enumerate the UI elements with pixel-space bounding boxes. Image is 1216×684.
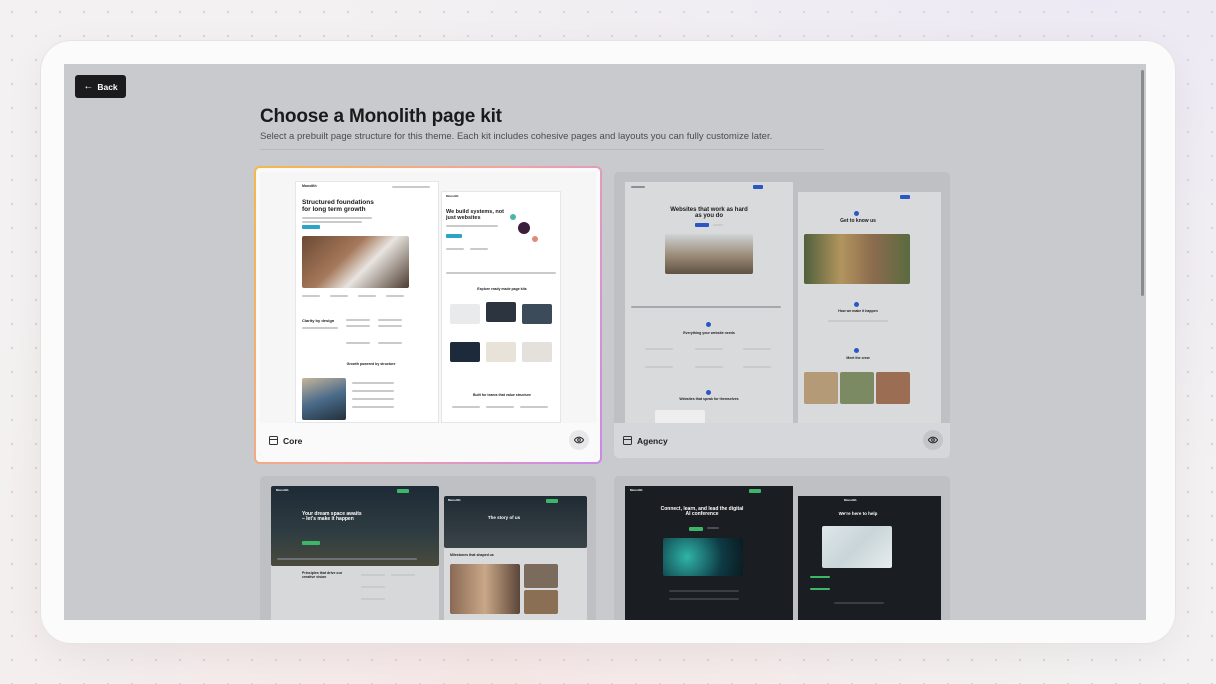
preview-team-image (804, 234, 910, 284)
kit-card-3[interactable]: Monolith Your dream space awaits – let's… (260, 476, 596, 620)
page-kit-chooser: ← Back Choose a Monolith page kit Select… (64, 64, 1146, 620)
kit-card-core[interactable]: Monolith Structured foundations for long… (260, 172, 596, 458)
preview-avatar (518, 222, 530, 234)
preview-section: Clarity by design (302, 318, 335, 323)
layout-icon (623, 436, 632, 445)
preview-page-home: Monolith Structured foundations for long… (296, 182, 438, 422)
preview-team-image (450, 564, 520, 614)
preview-section: Explore ready made page kits (477, 287, 527, 291)
kit-name: Agency (637, 435, 668, 446)
arrow-left-icon: ← (83, 80, 94, 92)
preview-mountain-image (665, 234, 753, 274)
preview-page-home: Monolith Your dream space awaits – let's… (271, 486, 439, 620)
preview-page-home: Websites that work as hard as you do Eve… (625, 182, 793, 423)
page-subtitle: Select a prebuilt page structure for thi… (260, 131, 773, 142)
kit-preview-core: Monolith Structured foundations for long… (260, 172, 596, 423)
preview-headline: Connect, learn, and lead the digital AI … (660, 506, 744, 518)
eye-icon (928, 436, 938, 444)
preview-desk-image (302, 236, 409, 288)
layout-icon (269, 436, 278, 445)
preview-headline: The story of us (487, 515, 521, 520)
preview-brand: Monolith (446, 194, 459, 198)
preview-section: Growth powered by structure (346, 362, 396, 366)
back-button[interactable]: ← Back (75, 75, 126, 98)
preview-headline: Get to know us (840, 218, 876, 224)
kit-card-agency[interactable]: Websites that work as hard as you do Eve… (614, 172, 950, 458)
preview-button[interactable] (923, 430, 943, 450)
preview-page-about: Get to know us How we make it happen Mee… (798, 192, 941, 423)
preview-headline: Your dream space awaits – let's make it … (302, 511, 362, 523)
eye-icon (574, 436, 584, 444)
preview-section: Meet the crew (846, 356, 870, 360)
preview-page-about: Monolith The story of us Milestones that… (444, 496, 587, 620)
preview-page-about: Monolith We build systems, not just webs… (442, 192, 560, 422)
preview-section: Websites that speak for themselves (679, 397, 739, 401)
kit-card-footer: Agency (614, 423, 950, 458)
preview-headline: We build systems, not just websites (446, 209, 504, 221)
kit-name: Core (283, 435, 303, 446)
preview-section: Everything your website needs (683, 331, 735, 335)
preview-person-image (302, 378, 346, 420)
kit-preview-3: Monolith Your dream space awaits – let's… (260, 476, 596, 620)
kit-card-footer: Core (260, 423, 596, 458)
preview-map-image (822, 526, 892, 568)
preview-brand: Monolith (276, 488, 289, 492)
page-title: Choose a Monolith page kit (260, 106, 502, 127)
scrollbar-thumb[interactable] (1141, 70, 1144, 296)
preview-section: Milestones that shaped us (450, 553, 494, 557)
preview-brand: Monolith (844, 498, 857, 502)
kit-card-4[interactable]: Monolith Connect, learn, and lead the di… (614, 476, 950, 620)
preview-dark-hero (271, 486, 439, 566)
preview-page-contact: Monolith We're here to help (798, 496, 941, 620)
back-label: Back (97, 81, 118, 92)
kit-preview-agency: Websites that work as hard as you do Eve… (614, 172, 950, 423)
scrollbar[interactable] (1138, 64, 1146, 620)
preview-brand: Monolith (448, 498, 461, 502)
kit-preview-4: Monolith Connect, learn, and lead the di… (614, 476, 950, 620)
preview-headline: We're here to help (838, 511, 878, 516)
preview-button[interactable] (569, 430, 589, 450)
preview-brand: Monolith (630, 488, 643, 492)
preview-page-home: Monolith Connect, learn, and lead the di… (625, 486, 793, 620)
preview-section: Built for teams that value structure (473, 393, 531, 397)
preview-conference-image (663, 538, 743, 576)
preview-brand: Monolith (302, 184, 317, 188)
preview-section: How we make it happen (838, 309, 878, 313)
preview-section: Principles that drive our creative visio… (302, 571, 343, 579)
preview-headline: Structured foundations for long term gro… (302, 199, 374, 213)
header-divider (260, 149, 824, 150)
preview-headline: Websites that work as hard as you do (670, 207, 748, 220)
